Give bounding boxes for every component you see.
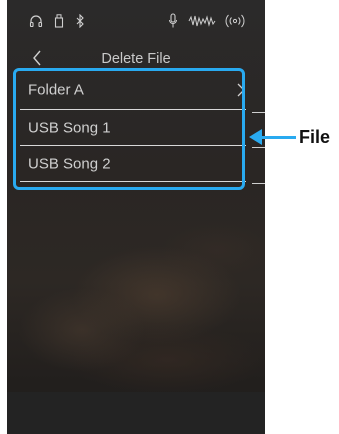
file-list: Folder A USB Song 1 USB Song 2 <box>20 71 246 189</box>
callout-arrow-icon <box>249 129 262 145</box>
usb-icon <box>54 10 64 35</box>
status-bar <box>7 10 265 32</box>
list-item-folder-a[interactable]: Folder A <box>20 71 246 110</box>
bluetooth-icon <box>75 10 85 35</box>
list-item-label: Folder A <box>28 81 84 99</box>
device-screen: Delete File Folder A USB Song 1 USB Song… <box>7 0 265 434</box>
list-item-usb-song-1[interactable]: USB Song 1 <box>20 110 246 146</box>
manual-illustration: Delete File Folder A USB Song 1 USB Song… <box>0 0 339 434</box>
audio-waveform-icon <box>188 10 216 35</box>
row-divider <box>252 147 265 148</box>
headphones-icon <box>29 10 43 35</box>
callout-line <box>258 136 296 139</box>
list-item-usb-song-2[interactable]: USB Song 2 <box>20 146 246 182</box>
page-title: Delete File <box>101 51 171 67</box>
callout-label: File <box>299 127 331 147</box>
header: Delete File <box>7 46 265 72</box>
bottom-bar <box>7 392 265 434</box>
microphone-icon <box>168 10 178 36</box>
wireless-icon <box>224 10 246 35</box>
list-item-label: USB Song 2 <box>28 155 111 172</box>
row-divider <box>252 183 265 184</box>
row-divider <box>252 112 265 113</box>
list-item-label: USB Song 1 <box>28 119 111 136</box>
chevron-right-icon <box>237 83 245 97</box>
